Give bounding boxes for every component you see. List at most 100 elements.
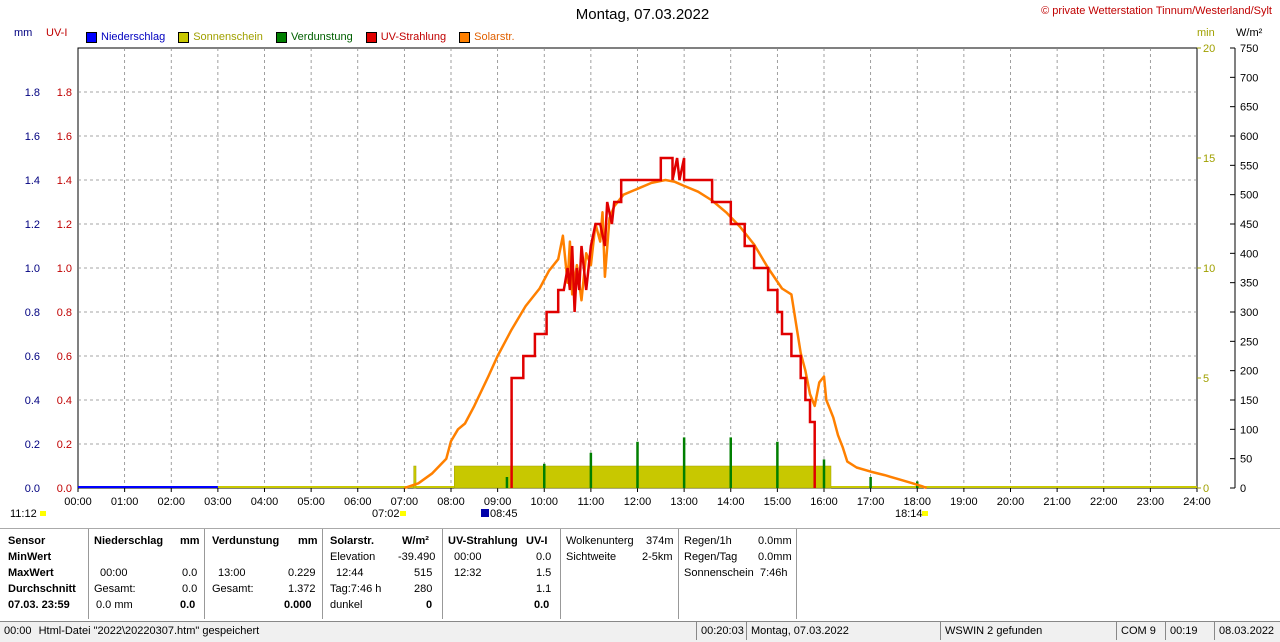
marker-left-time: 11:12 [10, 508, 37, 520]
avg-value: 0.0 [180, 599, 196, 611]
wm-tick-label: 450 [1240, 219, 1258, 231]
legend-sonnenschein: Sonnenschein [178, 31, 263, 43]
x-tick-label: 14:00 [717, 496, 745, 508]
uv-tick-label: 1.0 [57, 263, 72, 275]
chart-legend: Niederschlag Sonnenschein Verdunstung UV… [86, 31, 528, 43]
status-time2: 00:19 [1165, 622, 1210, 640]
x-tick-label: 15:00 [764, 496, 792, 508]
day-value: 280 [414, 583, 433, 595]
x-tick-label: 02:00 [157, 496, 185, 508]
status-date2: 08.03.2022 [1214, 622, 1279, 640]
dark-label: dunkel [330, 599, 363, 611]
wm-tick-label: 550 [1240, 160, 1258, 172]
elevation-value: -39.490 [398, 551, 436, 563]
max-value: 0.0 [182, 567, 198, 579]
sensor-column: Sensor MinWert MaxWert Durchschnitt 07.0… [0, 529, 89, 619]
status-wswin: WSWIN 2 gefunden [940, 622, 1113, 640]
legend-uv: UV-Strahlung [365, 31, 447, 43]
solar-header: Solarstr. [330, 535, 375, 547]
min-tick-label: 20 [1203, 43, 1215, 55]
min-tick-label: 15 [1203, 153, 1215, 165]
mm-tick-label: 1.8 [25, 87, 40, 99]
visibility-value: 2-5km [642, 551, 673, 563]
legend-niederschlag: Niederschlag [86, 31, 165, 43]
x-tick-label: 09:00 [484, 496, 512, 508]
legend-swatch [86, 31, 97, 43]
avg-label: 0.0 mm [96, 599, 133, 611]
uv-tick-label: 0.8 [57, 307, 72, 319]
max-time: 12:44 [336, 567, 364, 579]
rain-hour-label: Regen/1h [684, 535, 732, 547]
min-time: 00:00 [454, 551, 482, 563]
mm-tick-label: 0.6 [25, 351, 40, 363]
wm-tick-label: 100 [1240, 424, 1258, 436]
wm-tick-label: 350 [1240, 278, 1258, 290]
unit-label: W/m² [402, 535, 429, 547]
max-time: 00:00 [100, 567, 128, 579]
x-tick-label: 11:00 [578, 496, 605, 508]
row-label: 07.03. 23:59 [8, 599, 70, 611]
mm-tick-label: 0.8 [25, 307, 40, 319]
mm-tick-label: 0.2 [25, 439, 40, 451]
regen-column: Regen/1h 0.0mm Regen/Tag 0.0mm Sonnensch… [678, 529, 797, 619]
row-label: MinWert [8, 551, 52, 563]
niederschlag-column: Niederschlag mm 00:00 0.0 Gesamt: 0.0 0.… [88, 529, 205, 619]
x-tick-label: 16:00 [810, 496, 838, 508]
wm-tick-label: 150 [1240, 395, 1258, 407]
cloud-value: 374m [646, 535, 674, 547]
uv-tick-label: 1.8 [57, 87, 72, 99]
wm-tick-label: 0 [1240, 483, 1246, 495]
wm-tick-label: 400 [1240, 248, 1258, 260]
marker-peak: 08:45 [490, 508, 518, 520]
legend-label: Sonnenschein [193, 31, 263, 43]
wm-tick-label: 650 [1240, 102, 1258, 114]
x-tick-label: 21:00 [1043, 496, 1071, 508]
max-value: 515 [414, 567, 433, 579]
cloud-label: Wolkenunterg [566, 535, 634, 547]
x-tick-label: 03:00 [204, 496, 232, 508]
legend-label: UV-Strahlung [380, 31, 447, 43]
total-value: 1.372 [288, 583, 316, 595]
uv-tick-label: 1.4 [57, 175, 72, 187]
min-tick-label: 10 [1203, 263, 1215, 275]
mm-tick-label: 0.0 [25, 483, 40, 495]
status-clock: 00:20:03 [696, 622, 744, 640]
verdunstung-header: Verdunstung [212, 535, 280, 547]
last-value: 0.0 [534, 599, 550, 611]
x-tick-label: 24:00 [1183, 496, 1211, 508]
unit-label: UV-I [526, 535, 548, 547]
x-tick-label: 01:00 [111, 496, 139, 508]
sunshine-value: 7:46h [760, 567, 788, 579]
max-time: 13:00 [218, 567, 246, 579]
mm-tick-label: 0.4 [25, 395, 40, 407]
weather-chart: 00:00 01:00 02:00 03:00 04:00 05:00 06:00 07:00… [25, 43, 1258, 517]
wm-tick-label: 600 [1240, 131, 1258, 143]
wm-tick-label: 700 [1240, 72, 1258, 84]
min-tick-label: 5 [1203, 373, 1209, 385]
wm-tick-label: 200 [1240, 366, 1258, 378]
solar-column: Solarstr. W/m² Elevation -39.490 12:44 5… [322, 529, 443, 619]
x-tick-label: 06:00 [344, 496, 372, 508]
x-tick-label: 08:00 [437, 496, 465, 508]
total-label: Gesamt: [94, 583, 136, 595]
x-tick-label: 17:00 [857, 496, 885, 508]
x-tick-label: 13:00 [670, 496, 698, 508]
max-value: 0.229 [288, 567, 316, 579]
x-tick-label: 19:00 [950, 496, 978, 508]
marker-sun-icon [40, 511, 46, 516]
avg-value: 0.000 [284, 599, 312, 611]
wm-tick-label: 250 [1240, 336, 1258, 348]
legend-verdunstung: Verdunstung [275, 31, 353, 43]
marker-sunset: 18:14 [895, 508, 923, 520]
dark-value: 0 [426, 599, 433, 611]
wm-unit-label: W/m² [1236, 27, 1263, 39]
row-label: Durchschnitt [8, 583, 76, 595]
wm-tick-label: 750 [1240, 43, 1258, 55]
total-label: Gesamt: [212, 583, 254, 595]
copyright-label: © private Wetterstation Tinnum/Westerlan… [1041, 5, 1272, 17]
sunshine-label: Sonnenschein [684, 567, 754, 579]
marker-sun-icon [922, 511, 928, 516]
min-unit-label: min [1197, 27, 1215, 39]
x-tick-label: 10:00 [530, 496, 558, 508]
marker-sunrise: 07:02 [372, 508, 400, 520]
